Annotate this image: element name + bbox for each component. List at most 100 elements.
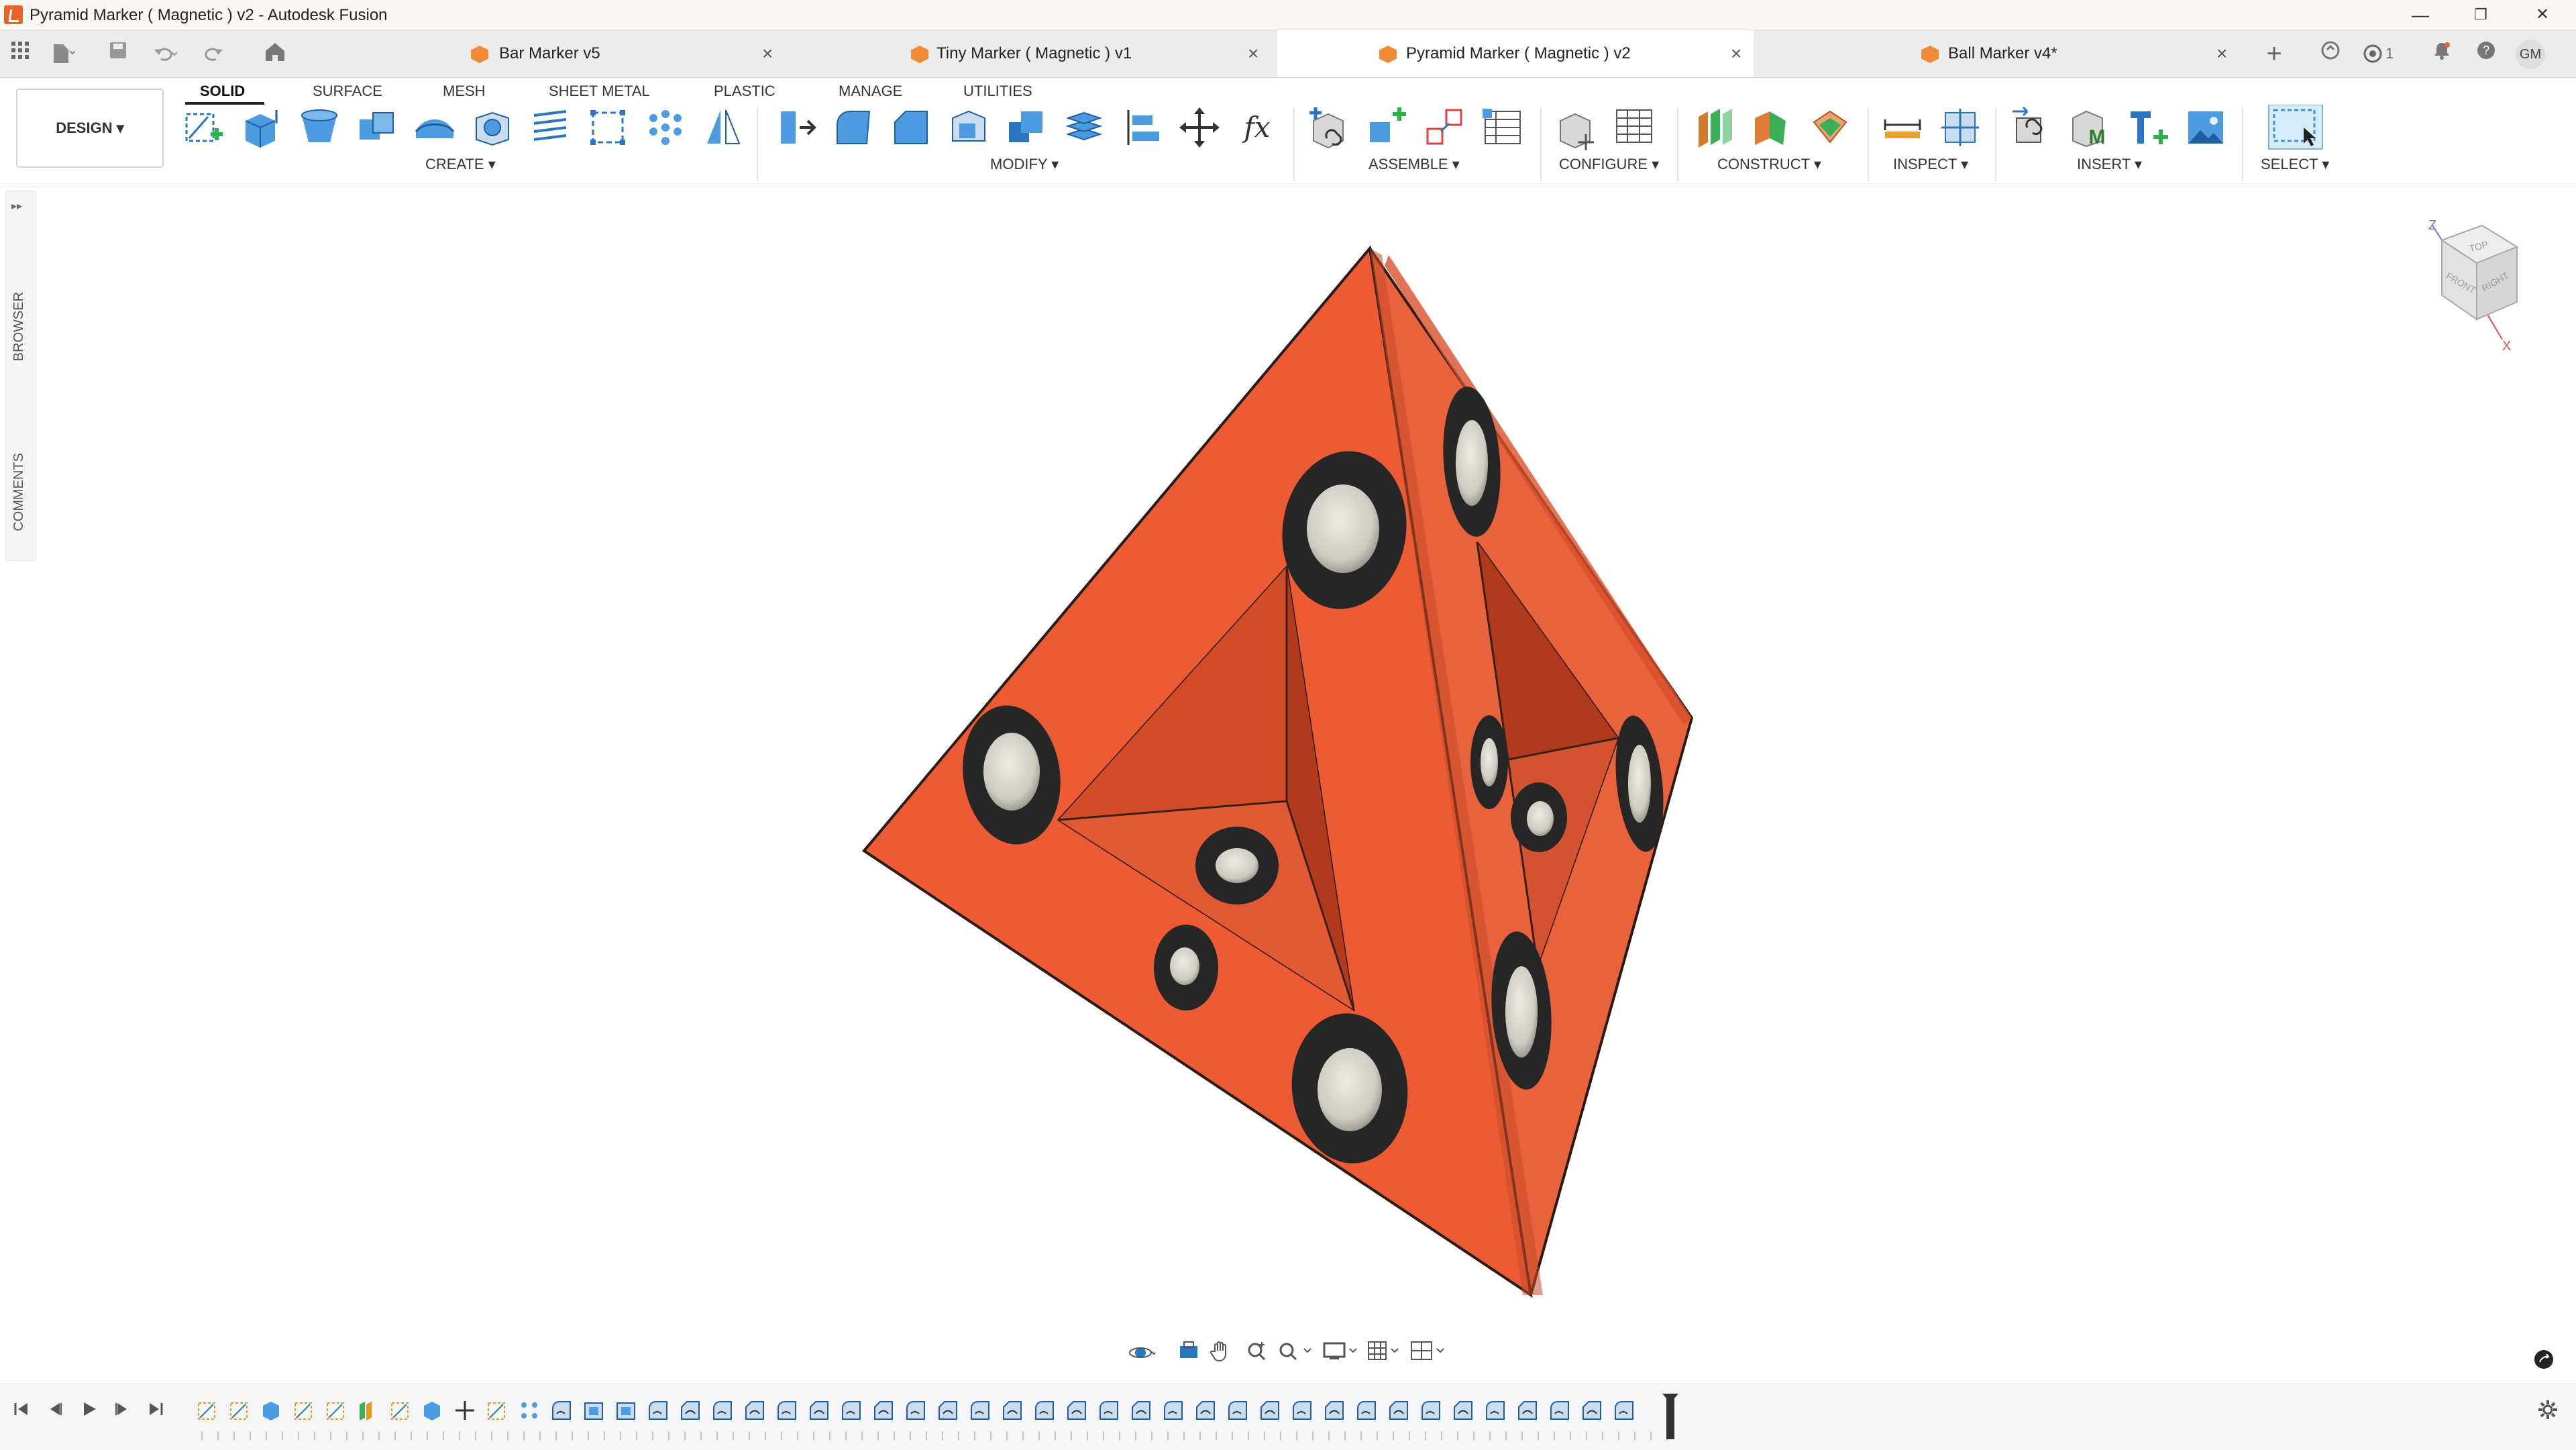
close-window-button[interactable]: ✕ bbox=[2522, 3, 2563, 27]
timeline-chamfer-icon[interactable] bbox=[1387, 1399, 1410, 1422]
press-pull-icon[interactable] bbox=[773, 105, 818, 150]
shell-icon[interactable] bbox=[946, 105, 991, 150]
tab-close-icon[interactable]: × bbox=[1248, 30, 1258, 77]
sweep-icon[interactable] bbox=[354, 105, 400, 150]
timeline-sketch-icon[interactable] bbox=[389, 1399, 412, 1422]
timeline-fillet-icon[interactable] bbox=[775, 1399, 798, 1422]
minimize-button[interactable]: — bbox=[2400, 3, 2440, 27]
timeline-chamfer-icon[interactable] bbox=[808, 1399, 830, 1422]
tab-sheet-metal[interactable]: SHEET METAL bbox=[549, 78, 650, 105]
timeline-chamfer-icon[interactable] bbox=[1323, 1399, 1346, 1422]
new-component-icon[interactable] bbox=[1307, 105, 1352, 150]
measure-icon[interactable] bbox=[1880, 105, 1925, 150]
configure-menu[interactable]: CONFIGURE ▾ bbox=[1559, 156, 1659, 173]
fillet-icon[interactable] bbox=[830, 105, 876, 150]
timeline-chamfer-icon[interactable] bbox=[1516, 1399, 1539, 1422]
timeline-pattern-icon[interactable] bbox=[518, 1399, 541, 1422]
go-to-end-icon[interactable] bbox=[142, 1399, 169, 1426]
look-at-icon[interactable] bbox=[1175, 1339, 1202, 1366]
tab-ball-marker[interactable]: Ball Marker v4* × bbox=[1758, 30, 2241, 77]
construct-menu[interactable]: CONSTRUCT ▾ bbox=[1717, 156, 1821, 173]
timeline-marker[interactable] bbox=[1662, 1394, 1678, 1439]
timeline-fillet-icon[interactable] bbox=[904, 1399, 927, 1422]
timeline-chamfer-icon[interactable] bbox=[1580, 1399, 1603, 1422]
timeline-fillet-icon[interactable] bbox=[1097, 1399, 1120, 1422]
loft-icon[interactable] bbox=[412, 105, 458, 150]
timeline-shell-icon[interactable] bbox=[614, 1399, 637, 1422]
tab-utilities[interactable]: UTILITIES bbox=[963, 78, 1032, 105]
feedback-icon[interactable] bbox=[2534, 1350, 2553, 1369]
select-tool-icon[interactable] bbox=[2267, 104, 2324, 150]
assemble-menu[interactable]: ASSEMBLE ▾ bbox=[1368, 156, 1460, 173]
offset-plane-icon[interactable] bbox=[1692, 105, 1737, 150]
timeline-move-icon[interactable] bbox=[453, 1399, 476, 1422]
undo-icon[interactable] bbox=[152, 40, 178, 67]
zoom-icon[interactable] bbox=[1244, 1339, 1271, 1366]
timeline-fillet-icon[interactable] bbox=[550, 1399, 573, 1422]
hole-icon[interactable] bbox=[470, 105, 515, 150]
play-icon[interactable] bbox=[75, 1399, 102, 1426]
section-analysis-icon[interactable] bbox=[1937, 105, 1983, 150]
insert-derive-icon[interactable] bbox=[2010, 105, 2055, 150]
job-status-icon[interactable]: 1 bbox=[2361, 40, 2404, 67]
tab-plastic[interactable]: PLASTIC bbox=[714, 78, 775, 105]
user-avatar[interactable]: GM bbox=[2516, 40, 2545, 69]
help-icon[interactable]: ? bbox=[2473, 40, 2500, 67]
apps-grid-icon[interactable] bbox=[7, 40, 34, 67]
combine-icon[interactable] bbox=[1004, 105, 1049, 150]
tab-pyramid-marker[interactable]: Pyramid Marker ( Magnetic ) v2 × bbox=[1277, 30, 1754, 77]
select-menu[interactable]: SELECT ▾ bbox=[2261, 156, 2329, 173]
tab-close-icon[interactable]: × bbox=[2216, 30, 2227, 77]
timeline-sketch-icon[interactable] bbox=[325, 1399, 347, 1422]
component-table-icon[interactable] bbox=[1480, 105, 1525, 150]
parameters-fx-icon[interactable]: fx bbox=[1234, 105, 1280, 150]
tab-close-icon[interactable]: × bbox=[762, 30, 773, 77]
midplane-icon[interactable] bbox=[1807, 105, 1853, 150]
timeline-chamfer-icon[interactable] bbox=[1130, 1399, 1152, 1422]
tab-close-icon[interactable]: × bbox=[1731, 30, 1741, 77]
timeline-sketch-icon[interactable] bbox=[292, 1399, 315, 1422]
timeline-fillet-icon[interactable] bbox=[840, 1399, 863, 1422]
pyramid-model[interactable] bbox=[862, 245, 1694, 1298]
inspect-menu[interactable]: INSPECT ▾ bbox=[1893, 156, 1968, 173]
tab-mesh[interactable]: MESH bbox=[443, 78, 486, 105]
create-menu[interactable]: CREATE ▾ bbox=[425, 156, 496, 173]
viewports-icon[interactable] bbox=[1409, 1339, 1449, 1366]
timeline-fillet-icon[interactable] bbox=[1355, 1399, 1378, 1422]
zoom-window-icon[interactable] bbox=[1277, 1339, 1315, 1366]
timeline-chamfer-icon[interactable] bbox=[1258, 1399, 1281, 1422]
step-back-icon[interactable] bbox=[42, 1399, 68, 1426]
move-copy-icon[interactable] bbox=[1177, 105, 1222, 150]
revolve-icon[interactable] bbox=[297, 105, 342, 150]
timeline-fillet-icon[interactable] bbox=[1548, 1399, 1571, 1422]
timeline-sketch-icon[interactable] bbox=[486, 1399, 508, 1422]
timeline-fillet-icon[interactable] bbox=[711, 1399, 734, 1422]
new-tab-icon[interactable]: + bbox=[2261, 40, 2288, 67]
thread-icon[interactable] bbox=[527, 105, 573, 150]
tab-bar-marker[interactable]: Bar Marker v5 × bbox=[443, 30, 792, 77]
display-settings-icon[interactable] bbox=[1322, 1339, 1362, 1366]
timeline-chamfer-icon[interactable] bbox=[872, 1399, 895, 1422]
timeline-chamfer-icon[interactable] bbox=[1452, 1399, 1474, 1422]
tab-tiny-marker[interactable]: Tiny Marker ( Magnetic ) v1 × bbox=[885, 30, 1275, 77]
timeline-fillet-icon[interactable] bbox=[1033, 1399, 1056, 1422]
extrude-icon[interactable] bbox=[239, 105, 284, 150]
workspace-switcher[interactable]: DESIGN ▾ bbox=[16, 89, 164, 168]
timeline-fillet-icon[interactable] bbox=[1291, 1399, 1313, 1422]
tab-manage[interactable]: MANAGE bbox=[839, 78, 902, 105]
insert-mcmaster-icon[interactable]: M bbox=[2068, 105, 2113, 150]
configuration-table-icon[interactable] bbox=[1611, 105, 1657, 150]
file-icon[interactable] bbox=[48, 40, 76, 67]
timeline-fillet-icon[interactable] bbox=[1613, 1399, 1635, 1422]
timeline-chamfer-icon[interactable] bbox=[743, 1399, 766, 1422]
timeline-fillet-icon[interactable] bbox=[1419, 1399, 1442, 1422]
insert-component-icon[interactable] bbox=[2125, 105, 2171, 150]
online-status-icon[interactable] bbox=[2317, 40, 2344, 67]
pan-hand-icon[interactable] bbox=[1208, 1339, 1234, 1366]
notifications-bell-icon[interactable] bbox=[2428, 40, 2455, 67]
timeline-sketch-icon[interactable] bbox=[228, 1399, 251, 1422]
timeline-fillet-icon[interactable] bbox=[969, 1399, 991, 1422]
timeline-chamfer-icon[interactable] bbox=[1194, 1399, 1217, 1422]
chamfer-icon[interactable] bbox=[888, 105, 934, 150]
timeline-fillet-icon[interactable] bbox=[1162, 1399, 1185, 1422]
